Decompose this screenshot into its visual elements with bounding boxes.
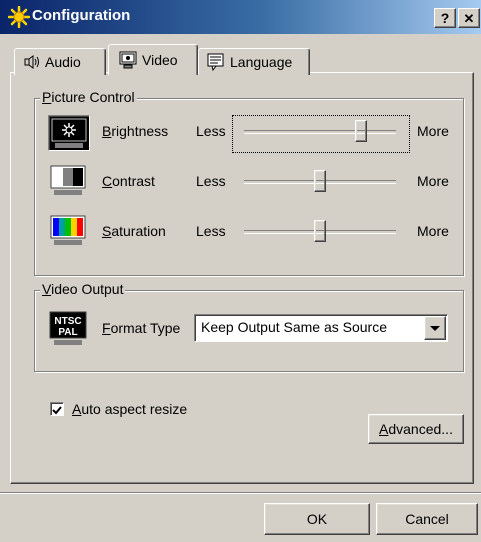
- picture-control-title: Picture Control: [40, 89, 137, 105]
- help-button[interactable]: ?: [434, 8, 456, 28]
- title-bar[interactable]: Configuration ? ✕: [0, 0, 481, 34]
- close-icon: ✕: [463, 11, 475, 26]
- tab-video[interactable]: Video: [108, 44, 198, 75]
- help-icon: ?: [440, 10, 450, 26]
- footer-separator: [0, 492, 481, 494]
- format-type-select[interactable]: Keep Output Same as Source: [194, 314, 448, 342]
- auto-aspect-label: Auto aspect resize: [72, 401, 188, 417]
- window-title: Configuration: [32, 7, 131, 24]
- advanced-button[interactable]: Advanced...: [368, 414, 464, 444]
- saturation-more-label: More: [417, 223, 449, 239]
- tab-language-label: Language: [230, 54, 293, 70]
- tab-video-label: Video: [142, 52, 178, 68]
- cancel-button-label: Cancel: [405, 511, 449, 527]
- pal-text: PAL: [58, 327, 77, 338]
- tab-language[interactable]: Language: [198, 48, 310, 75]
- contrast-label: Contrast: [102, 173, 155, 189]
- brightness-more-label: More: [417, 123, 449, 139]
- tab-audio-label: Audio: [45, 54, 81, 70]
- brightness-label: Brightness: [102, 123, 169, 139]
- contrast-slider-thumb[interactable]: [314, 170, 326, 192]
- contrast-more-label: More: [417, 173, 449, 189]
- format-type-value: Keep Output Same as Source: [201, 319, 387, 335]
- brightness-icon: [48, 115, 90, 151]
- close-button[interactable]: ✕: [458, 8, 480, 28]
- brightness-focus-rect: [232, 115, 410, 153]
- monitor-icon: [119, 51, 137, 69]
- format-type-label: Format Type: [102, 320, 181, 336]
- cancel-button[interactable]: Cancel: [376, 503, 478, 535]
- ok-button-label: OK: [306, 511, 328, 527]
- brightness-slider-track[interactable]: [244, 130, 396, 134]
- ntsc-pal-icon: NTSC PAL: [48, 310, 88, 346]
- advanced-button-label: Advanced...: [379, 421, 453, 437]
- speaker-icon: [24, 55, 39, 69]
- auto-aspect-checkbox[interactable]: [50, 402, 64, 416]
- saturation-label: Saturation: [102, 223, 166, 239]
- saturation-slider-thumb[interactable]: [314, 220, 326, 242]
- brightness-less-label: Less: [196, 123, 226, 139]
- ok-button[interactable]: OK: [264, 503, 370, 535]
- ntsc-text: NTSC: [54, 316, 81, 327]
- checkmark-icon: [52, 406, 62, 415]
- contrast-less-label: Less: [196, 173, 226, 189]
- saturation-less-label: Less: [196, 223, 226, 239]
- gear-sun-icon: [8, 6, 30, 28]
- dropdown-button[interactable]: [424, 316, 446, 340]
- video-output-title: Video Output: [40, 281, 126, 297]
- chat-icon: [207, 53, 224, 71]
- contrast-icon: [48, 163, 88, 197]
- saturation-icon: [48, 213, 88, 247]
- tab-audio[interactable]: Audio: [14, 48, 106, 75]
- brightness-slider-thumb[interactable]: [355, 120, 368, 142]
- chevron-down-icon: [430, 326, 440, 331]
